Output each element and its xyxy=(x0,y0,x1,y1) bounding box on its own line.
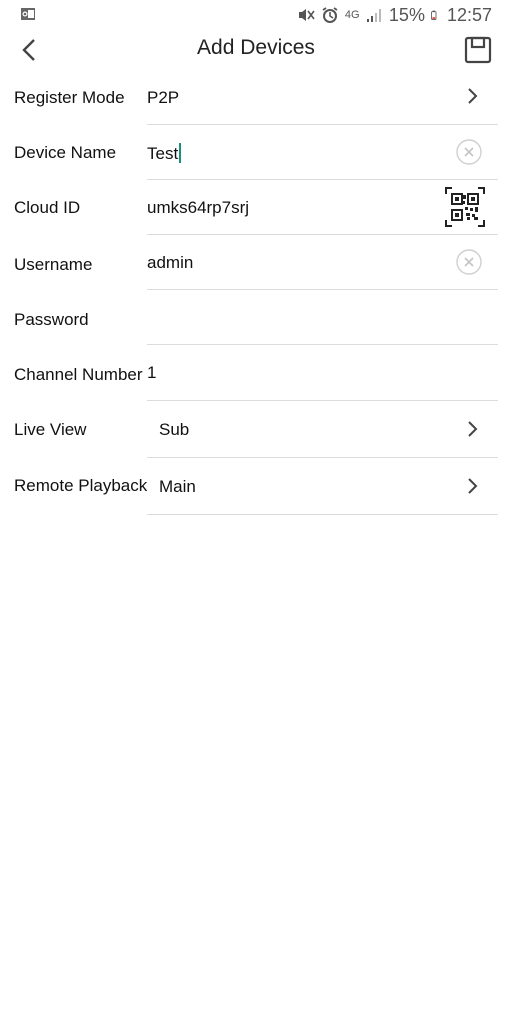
divider xyxy=(147,514,498,515)
chevron-right-icon[interactable] xyxy=(460,417,484,441)
page-title: Add Devices xyxy=(197,36,315,59)
battery-icon xyxy=(431,10,437,20)
register-mode-value[interactable]: P2P xyxy=(147,88,179,108)
mute-icon xyxy=(298,9,315,21)
cloud-id-row: Cloud ID umks64rp7srj xyxy=(0,180,512,235)
cloud-id-label: Cloud ID xyxy=(14,198,81,217)
alarm-icon xyxy=(322,7,338,23)
network-4g-icon: 4G xyxy=(344,9,360,21)
channel-number-input[interactable]: 1 xyxy=(147,363,156,383)
remote-playback-label: Remote Playback xyxy=(14,476,148,495)
remote-playback-row[interactable]: Remote Playback Main xyxy=(0,458,512,515)
app-header: Add Devices xyxy=(0,30,512,70)
username-label: Username xyxy=(14,255,93,274)
cloud-id-input[interactable]: umks64rp7srj xyxy=(147,198,249,218)
device-name-row: Device Name Test xyxy=(0,125,512,180)
chevron-right-icon[interactable] xyxy=(460,474,484,498)
username-input[interactable]: admin xyxy=(147,253,193,273)
text-cursor xyxy=(179,143,182,163)
live-view-row[interactable]: Live View Sub xyxy=(0,401,512,458)
status-bar: 4G 15% 12:57 xyxy=(0,0,512,30)
device-name-value: Test xyxy=(147,144,179,163)
register-mode-label: Register Mode xyxy=(14,88,125,107)
chevron-left-icon[interactable] xyxy=(16,36,44,64)
clear-icon[interactable] xyxy=(456,249,482,275)
save-icon[interactable] xyxy=(464,36,492,64)
device-name-label: Device Name xyxy=(14,143,117,162)
chevron-right-icon[interactable] xyxy=(460,84,484,108)
username-row: Username admin xyxy=(0,235,512,290)
channel-number-label: Channel Number xyxy=(14,365,143,384)
device-name-input[interactable]: Test xyxy=(147,143,182,164)
register-mode-row[interactable]: Register Mode P2P xyxy=(0,70,512,125)
password-input[interactable] xyxy=(147,308,447,330)
channel-number-row: Channel Number 1 xyxy=(0,345,512,401)
clear-icon[interactable] xyxy=(456,139,482,165)
password-label: Password xyxy=(14,310,89,329)
battery-percent: 15% xyxy=(388,4,425,25)
outlook-icon xyxy=(21,8,35,20)
signal-icon xyxy=(366,9,381,22)
qr-code-scan-icon[interactable] xyxy=(444,186,486,228)
clock: 12:57 xyxy=(446,4,492,25)
live-view-value[interactable]: Sub xyxy=(159,420,189,440)
live-view-label: Live View xyxy=(14,420,87,439)
remote-playback-value[interactable]: Main xyxy=(159,477,196,497)
password-row: Password xyxy=(0,290,512,345)
